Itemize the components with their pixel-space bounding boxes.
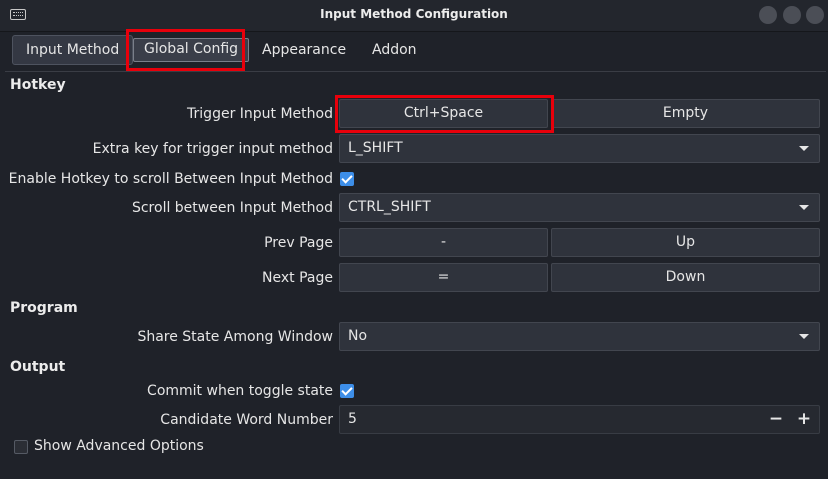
share-state-label: Share State Among Window — [137, 329, 333, 345]
share-state-value: No — [348, 328, 368, 344]
enable-scroll-label: Enable Hotkey to scroll Between Input Me… — [8, 171, 333, 187]
tab-input-method[interactable]: Input Method — [12, 35, 134, 65]
next-page-label: Next Page — [262, 270, 333, 286]
chevron-down-icon — [799, 146, 809, 151]
increment-button[interactable]: + — [790, 406, 818, 433]
extra-key-value: L_SHIFT — [348, 140, 403, 156]
minimize-button[interactable] — [759, 6, 777, 24]
prev-page-key-button-1[interactable]: - — [339, 228, 548, 257]
commit-toggle-checkbox[interactable] — [340, 384, 354, 398]
scroll-between-label: Scroll between Input Method — [131, 200, 333, 216]
section-output-title: Output — [10, 359, 66, 375]
next-page-key-button-1[interactable]: = — [339, 263, 548, 292]
tab-global-config[interactable]: Global Config — [133, 38, 250, 62]
prev-page-key-button-2[interactable]: Up — [551, 228, 820, 257]
candidate-word-value: 5 — [348, 411, 357, 427]
scroll-between-combo[interactable]: CTRL_SHIFT — [339, 193, 820, 222]
scroll-between-value: CTRL_SHIFT — [348, 199, 431, 215]
extra-key-label: Extra key for trigger input method — [92, 141, 333, 157]
show-advanced-label: Show Advanced Options — [34, 438, 204, 454]
candidate-word-label: Candidate Word Number — [160, 412, 333, 428]
decrement-button[interactable]: − — [762, 406, 790, 433]
show-advanced-checkbox[interactable] — [14, 440, 28, 454]
commit-toggle-label: Commit when toggle state — [147, 383, 333, 399]
section-program-title: Program — [10, 300, 78, 316]
share-state-combo[interactable]: No — [339, 322, 820, 351]
tab-appearance[interactable]: Appearance — [249, 35, 359, 65]
trigger-key-button-1[interactable]: Ctrl+Space — [339, 99, 548, 128]
chevron-down-icon — [799, 205, 809, 210]
prev-page-label: Prev Page — [264, 235, 333, 251]
tab-bar: Input Method Global Config Appearance Ad… — [0, 31, 828, 69]
tab-addon[interactable]: Addon — [359, 35, 430, 65]
enable-scroll-checkbox[interactable] — [340, 172, 354, 186]
close-button[interactable] — [806, 6, 824, 24]
trigger-input-method-label: Trigger Input Method — [187, 106, 333, 122]
window-title: Input Method Configuration — [320, 7, 508, 21]
chevron-down-icon — [799, 334, 809, 339]
title-bar: Input Method Configuration — [0, 0, 828, 32]
trigger-key-button-2[interactable]: Empty — [551, 99, 820, 128]
maximize-button[interactable] — [783, 6, 801, 24]
candidate-word-spinbox[interactable]: 5 − + — [339, 405, 820, 434]
section-hotkey-title: Hotkey — [10, 77, 66, 93]
extra-key-combo[interactable]: L_SHIFT — [339, 134, 820, 163]
next-page-key-button-2[interactable]: Down — [551, 263, 820, 292]
